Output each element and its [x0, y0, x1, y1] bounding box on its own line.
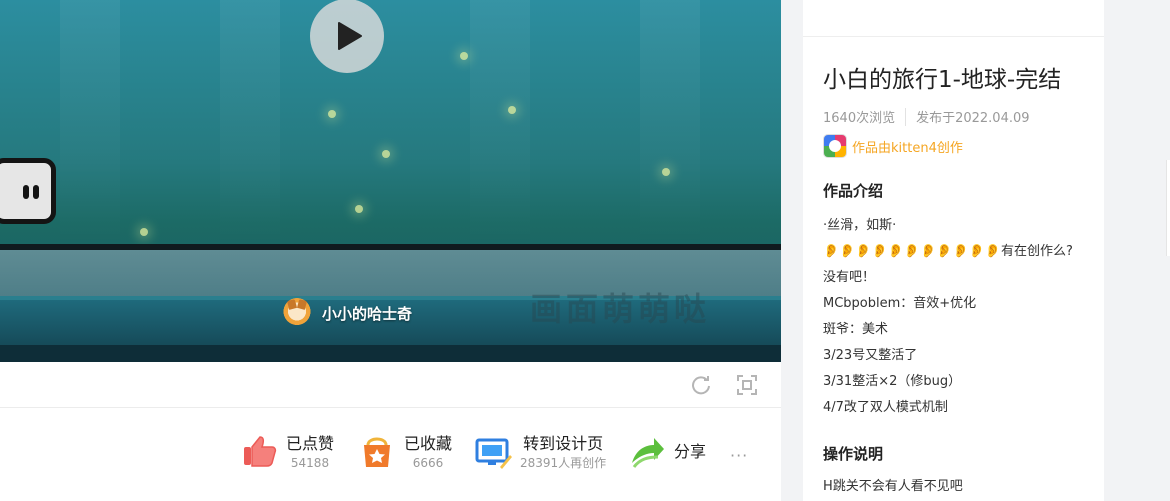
action-bar: 已点赞 54188 已收藏 6666 转到设计页 28391人再创作 分享 ··… [0, 408, 781, 501]
game-stage[interactable]: 画面萌萌哒 小小的哈士奇 [0, 0, 781, 362]
background-light-ray [470, 0, 530, 250]
panel-header [803, 0, 1104, 37]
player-toolbar [0, 362, 781, 408]
firefly [460, 52, 468, 60]
firefly [382, 150, 390, 158]
view-count: 1640次浏览 [823, 111, 896, 126]
background-light-ray [60, 0, 120, 250]
intro-line: ·丝滑，如斯· [823, 218, 897, 233]
share-icon [628, 433, 666, 471]
publish-date: 发布于2022.04.09 [916, 111, 1030, 126]
intro-line: 3/31整活×2（修bug） [823, 374, 962, 389]
author-name[interactable]: 小小的哈士奇 [322, 303, 412, 324]
intro-heading: 作品介绍 [823, 182, 884, 200]
made-with-text[interactable]: 作品由kitten4创作 [852, 137, 963, 156]
work-info-panel: 小白的旅行1-地球-完结 1640次浏览 发布于2022.04.09 作品由ki… [803, 0, 1104, 501]
design-sub: 28391人再创作 [520, 456, 607, 470]
work-meta: 1640次浏览 发布于2022.04.09 [823, 107, 1084, 126]
intro-line: 4/7改了双人模式机制 [823, 400, 948, 415]
play-icon [338, 22, 362, 50]
intro-line: 斑爷：美术 [823, 322, 889, 337]
design-icon [474, 433, 512, 471]
fullscreen-icon[interactable] [736, 374, 758, 396]
like-label: 已点赞 [286, 434, 335, 453]
made-with-link[interactable]: 作品由kitten4创作 [823, 134, 1084, 158]
collect-count: 6666 [412, 456, 444, 470]
like-button[interactable]: 已点赞 54188 [240, 433, 334, 471]
firefly [328, 110, 336, 118]
meta-divider [905, 107, 907, 126]
refresh-icon[interactable] [690, 374, 712, 396]
firefly [355, 205, 363, 213]
page: 画面萌萌哒 小小的哈士奇 已点赞 54188 已收藏 6666 转到设计页 28… [0, 0, 1170, 501]
work-title: 小白的旅行1-地球-完结 [823, 67, 1062, 93]
intro-body: ·丝滑，如斯· 👂👂👂👂👂👂👂👂👂👂👂有在创作么?没有吧！ MCbpoblem：… [823, 213, 1084, 421]
kitten-logo-icon [823, 134, 847, 158]
firefly [662, 168, 670, 176]
background-light-ray [640, 0, 700, 250]
collect-icon [358, 433, 396, 471]
play-button[interactable] [310, 0, 384, 73]
ops-text: H跳关不会有人看不见吧 [823, 479, 963, 494]
like-count: 54188 [290, 456, 330, 470]
bottom-band [0, 345, 781, 362]
share-button[interactable]: 分享 [628, 433, 706, 471]
design-page-button[interactable]: 转到设计页 28391人再创作 [474, 433, 606, 471]
side-scroll-edge [1166, 160, 1170, 256]
firefly [508, 106, 516, 114]
collect-label: 已收藏 [404, 434, 453, 453]
character-eye [33, 185, 39, 199]
like-icon [240, 433, 278, 471]
share-label: 分享 [674, 442, 707, 461]
intro-line: MCbpoblem：音效+优化 [823, 296, 977, 311]
intro-line: 3/23号又整活了 [823, 348, 918, 363]
design-label: 转到设计页 [523, 434, 604, 453]
more-button[interactable]: ··· [730, 446, 748, 465]
ops-heading: 操作说明 [823, 445, 884, 463]
background-light-ray [220, 0, 280, 250]
author-tag[interactable]: 小小的哈士奇 [282, 298, 412, 328]
character-eye [23, 185, 29, 199]
watermark: 画面萌萌哒 [530, 290, 711, 328]
firefly [140, 228, 148, 236]
player-block-character [0, 158, 56, 224]
collect-button[interactable]: 已收藏 6666 [358, 433, 452, 471]
intro-line: 👂👂👂👂👂👂👂👂👂👂👂有在创作么?没有吧！ [823, 244, 1073, 285]
author-avatar[interactable] [282, 298, 312, 328]
